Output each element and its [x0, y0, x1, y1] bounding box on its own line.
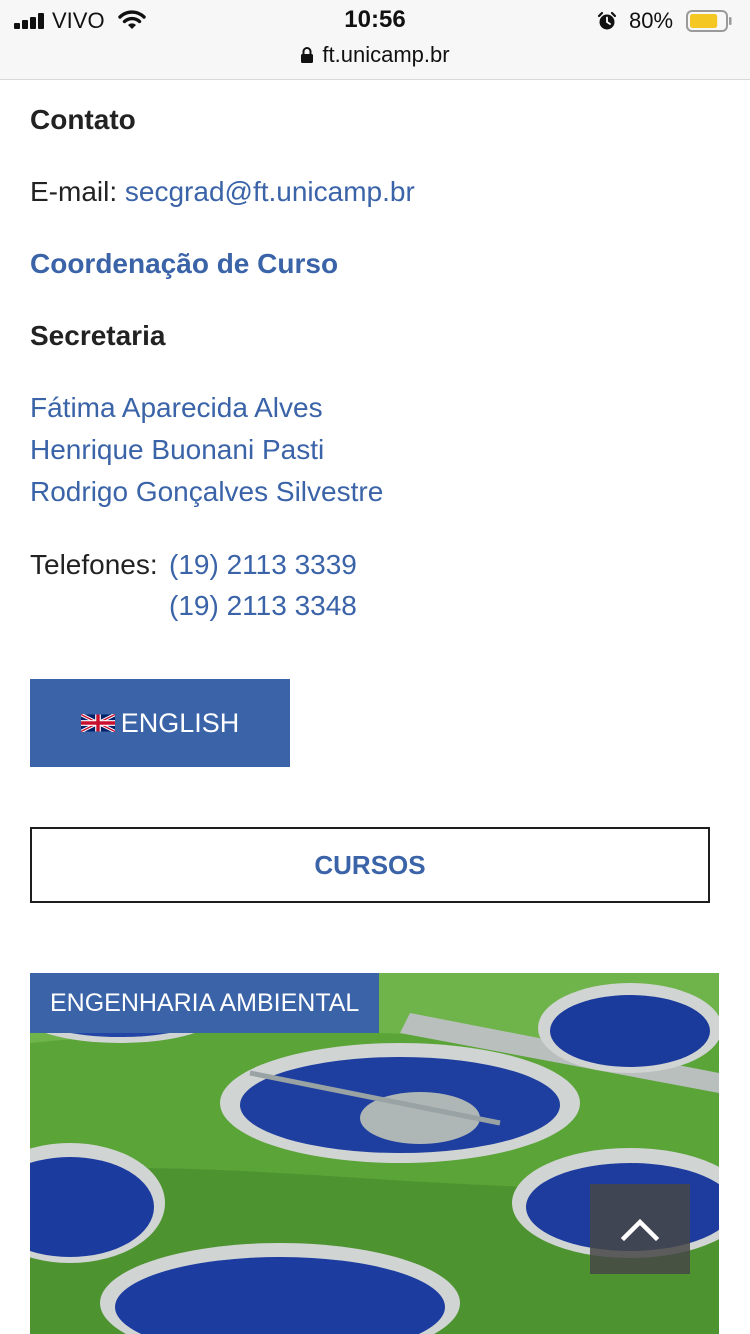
status-bar: VIVO 10:56 80%: [0, 0, 750, 40]
course-label[interactable]: ENGENHARIA AMBIENTAL: [30, 973, 380, 1033]
uk-flag-icon: [80, 714, 115, 732]
staff-link[interactable]: Fátima Aparecida Alves: [30, 392, 323, 424]
chevron-up-icon: [620, 1218, 660, 1242]
alarm-icon: [597, 11, 617, 30]
back-to-top-button[interactable]: [590, 1184, 690, 1274]
contact-heading: Contato: [30, 104, 136, 135]
courses-label: CURSOS: [314, 849, 426, 880]
url-display[interactable]: ft.unicamp.br: [0, 42, 750, 68]
secretary-heading: Secretaria: [30, 320, 166, 351]
email-row: E-mail: secgrad@ft.unicamp.br: [30, 176, 415, 208]
lock-icon: [301, 47, 314, 63]
courses-button[interactable]: CURSOS: [30, 827, 710, 903]
battery-icon: [686, 10, 732, 32]
battery-percent: 80%: [629, 8, 674, 33]
email-link[interactable]: secgrad@ft.unicamp.br: [125, 176, 415, 207]
staff-link[interactable]: Rodrigo Gonçalves Silvestre: [30, 476, 383, 508]
url-text: ft.unicamp.br: [322, 42, 450, 67]
staff-link[interactable]: Henrique Buonani Pasti: [30, 434, 324, 466]
english-button[interactable]: ENGLISH: [30, 679, 290, 767]
phone-link[interactable]: (19) 2113 3339: [169, 549, 357, 581]
coordination-link[interactable]: Coordenação de Curso: [30, 248, 338, 280]
phone-link[interactable]: (19) 2113 3348: [169, 590, 357, 622]
email-label: E-mail:: [30, 176, 118, 207]
phones-label: Telefones:: [30, 549, 158, 580]
english-label: ENGLISH: [120, 707, 240, 738]
address-bar[interactable]: ft.unicamp.br: [0, 40, 750, 80]
